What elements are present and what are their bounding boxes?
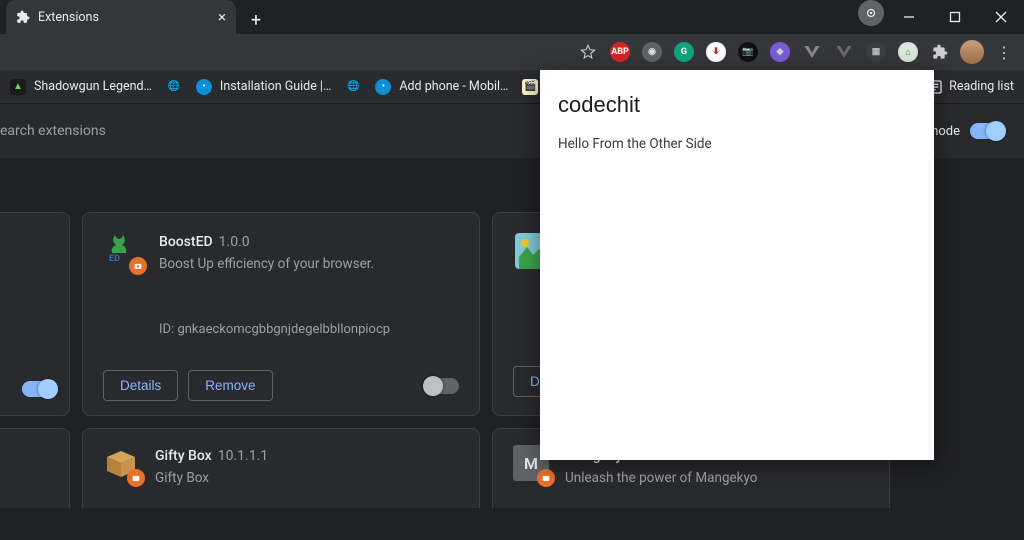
extension-description: Gifty Box (155, 470, 268, 486)
bookmark-item[interactable]: ▲ Shadowgun Legend… (10, 79, 152, 95)
window-maximize-button[interactable] (932, 0, 978, 34)
ext-codechit-icon[interactable]: ⌂ (894, 38, 922, 66)
bookmark-label: Installation Guide |… (220, 79, 331, 94)
incognito-icon[interactable] (858, 0, 884, 26)
developer-mode-toggle[interactable] (970, 123, 1004, 139)
extension-card-gifty: Gifty Box 10.1.1.1 Gifty Box (82, 428, 480, 508)
extension-card-boosted: ED BoostED 1.0.0 Boost Up efficiency of y… (82, 212, 480, 416)
extension-id: ID: gnkaeckomcgbbgnjdegelbbllonpiocp (159, 322, 390, 337)
extension-name: BoostED (159, 234, 213, 250)
popup-title: codechit (558, 92, 916, 118)
extension-description: Unleash the power of Mangekyo (565, 470, 758, 486)
globe-icon: 🌐 (166, 79, 182, 95)
bookmark-favicon: • (375, 79, 391, 95)
bookmark-favicon: • (196, 79, 212, 95)
extension-enable-toggle[interactable] (425, 378, 459, 394)
new-tab-button[interactable]: + (242, 6, 270, 34)
extension-enable-toggle[interactable] (22, 381, 56, 397)
extensions-menu-icon[interactable] (926, 38, 954, 66)
extension-name: Gifty Box (155, 448, 212, 464)
extension-popup: codechit Hello From the Other Side (540, 70, 934, 460)
ext-diamond-icon[interactable]: ◆ (766, 38, 794, 66)
bookmark-label: Shadowgun Legend… (34, 79, 152, 94)
reading-list-label: Reading list (949, 79, 1014, 94)
ext-camera2-icon[interactable]: 📷 (734, 38, 762, 66)
bookmark-favicon: ▲ (10, 79, 26, 95)
tab-title: Extensions (38, 10, 99, 25)
unpacked-badge-icon (537, 469, 555, 487)
ext-camera1-icon[interactable]: ◉ (638, 38, 666, 66)
extension-card-partial (0, 428, 70, 508)
bookmark-item[interactable]: 🌐 (345, 79, 361, 95)
tab-close-button[interactable]: × (218, 8, 226, 26)
browser-toolbar: ABP ◉ G ⬇ 📷 ◆ ▦ ⌂ ⋮ (0, 34, 1024, 70)
bookmark-item[interactable]: • Add phone - Mobil… (375, 79, 508, 95)
ext-sq1-icon[interactable]: ▦ (862, 38, 890, 66)
chrome-menu-icon[interactable]: ⋮ (990, 38, 1018, 66)
extension-icon: ED (103, 231, 143, 271)
profile-avatar[interactable] (958, 38, 986, 66)
bookmark-star-icon[interactable] (574, 38, 602, 66)
bookmark-item[interactable]: 🌐 (166, 79, 182, 95)
extension-icon (16, 10, 30, 24)
ext-save-icon[interactable]: ⬇ (702, 38, 730, 66)
window-close-button[interactable] (978, 0, 1024, 34)
extension-initial: M (524, 454, 538, 473)
svg-text:ED: ED (109, 254, 120, 264)
bookmark-favicon: 🎬 (522, 79, 538, 95)
ext-v2-icon[interactable] (830, 38, 858, 66)
extension-description: Boost Up efficiency of your browser. (159, 256, 390, 272)
extension-card-partial (0, 212, 70, 416)
window-titlebar: Extensions × + (0, 0, 1024, 34)
unpacked-badge-icon (129, 257, 147, 275)
bookmark-label: Add phone - Mobil… (399, 79, 508, 94)
extension-version: 1.0.0 (219, 234, 250, 250)
extension-version: 10.1.1.1 (218, 448, 268, 464)
popup-body: Hello From the Other Side (558, 136, 916, 152)
details-button[interactable]: Details (103, 370, 178, 401)
unpacked-badge-icon (127, 469, 145, 487)
bookmark-item[interactable]: • Installation Guide |… (196, 79, 331, 95)
globe-icon: 🌐 (345, 79, 361, 95)
reading-list-button[interactable]: Reading list (927, 79, 1014, 95)
search-extensions-input[interactable]: earch extensions (0, 123, 106, 139)
remove-button[interactable]: Remove (188, 370, 272, 401)
ext-grammarly-icon[interactable]: G (670, 38, 698, 66)
ext-v1-icon[interactable] (798, 38, 826, 66)
ext-abp-icon[interactable]: ABP (606, 38, 634, 66)
window-controls (848, 0, 1024, 34)
extension-icon (103, 445, 139, 481)
browser-tab[interactable]: Extensions × (6, 0, 236, 34)
window-minimize-button[interactable] (886, 0, 932, 34)
